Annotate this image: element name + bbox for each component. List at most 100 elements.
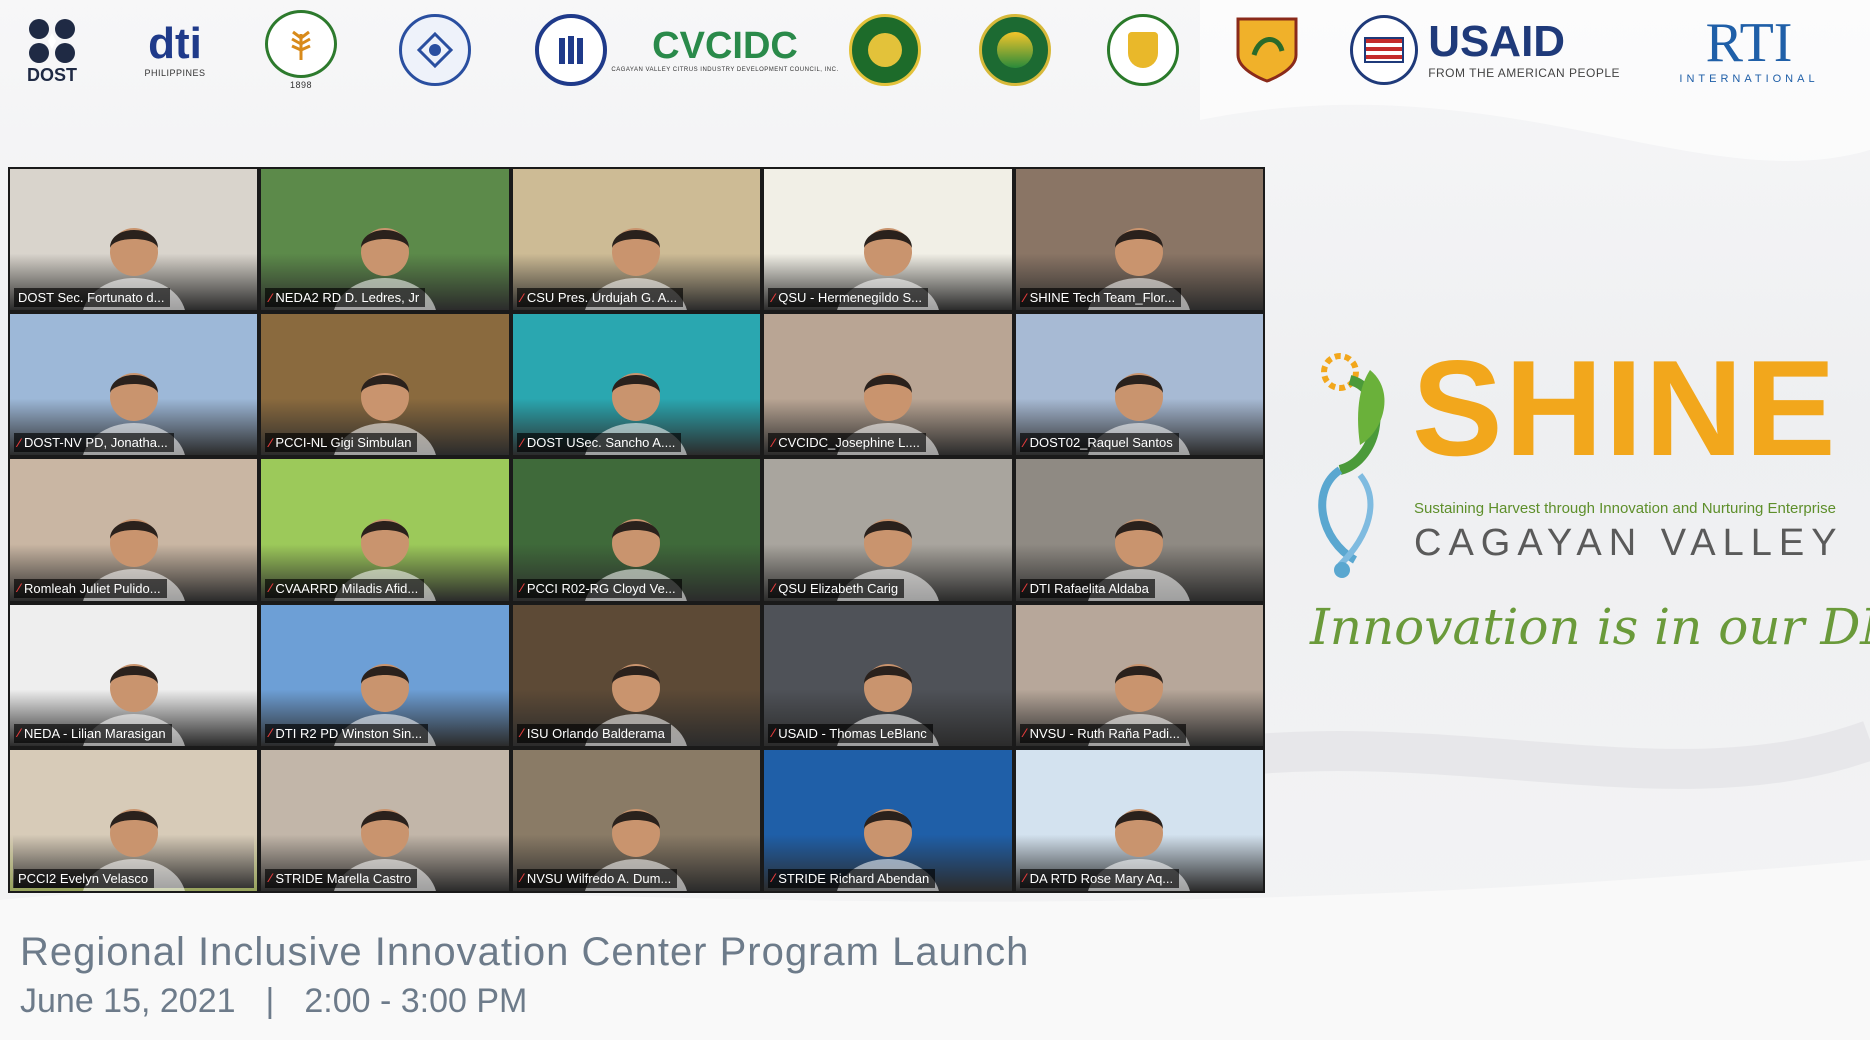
participant-tile[interactable]: ⁄ Romleah Juliet Pulido... bbox=[10, 459, 258, 601]
isabela-state-university-seal bbox=[976, 10, 1054, 90]
participant-tile[interactable]: ⁄ DA RTD Rose Mary Aq... bbox=[1015, 749, 1263, 891]
participant-name-label: ⁄ ISU Orlando Balderama bbox=[516, 723, 671, 743]
shine-wordmark: SHINE bbox=[1412, 332, 1838, 484]
participant-name: DA RTD Rose Mary Aq... bbox=[1029, 870, 1174, 886]
participant-name: PCCI-NL Gigi Simbulan bbox=[275, 435, 412, 451]
usaid-seal-icon bbox=[1350, 15, 1419, 85]
participant-tile[interactable]: ⁄ CVCIDC_Josephine L.... bbox=[764, 314, 1012, 456]
participant-name-label: ⁄ USAID - Thomas LeBlanc bbox=[768, 723, 933, 743]
event-separator: | bbox=[265, 982, 275, 1020]
participant-name-label: ⁄ QSU - Hermenegildo S... bbox=[768, 288, 928, 308]
participant-name-label: ⁄ CSU Pres. Urdujah G. A... bbox=[516, 288, 684, 308]
muted-mic-icon: ⁄ bbox=[772, 871, 775, 886]
dti-logo-text: dti bbox=[148, 19, 202, 68]
participant-name: Romleah Juliet Pulido... bbox=[24, 580, 161, 596]
event-title: Regional Inclusive Innovation Center Pro… bbox=[20, 930, 1030, 974]
participant-name: PCCI R02-RG Cloyd Ve... bbox=[526, 580, 676, 596]
participant-name-label: ⁄ DOST-NV PD, Jonatha... bbox=[14, 433, 174, 453]
participant-tile[interactable]: ⁄ NEDA - Lilian Marasigan bbox=[10, 604, 258, 746]
participant-name-label: ⁄ DA RTD Rose Mary Aq... bbox=[1019, 868, 1180, 888]
participant-name-label: ⁄ Romleah Juliet Pulido... bbox=[14, 578, 167, 598]
participant-name: NEDA2 RD D. Ledres, Jr bbox=[275, 290, 420, 306]
cvcidc-logo-caption: CAGAYAN VALLEY CITRUS INDUSTRY DEVELOPME… bbox=[611, 67, 839, 73]
participant-tile[interactable]: ⁄ CSU Pres. Urdujah G. A... bbox=[512, 169, 761, 311]
participant-name-label: ⁄ PCCI R02-RG Cloyd Ve... bbox=[516, 578, 682, 598]
participant-name: DOST Sec. Fortunato d... bbox=[18, 290, 165, 306]
event-date: June 15, 2021 bbox=[20, 982, 236, 1020]
participant-tile[interactable]: ⁄ QSU Elizabeth Carig bbox=[764, 459, 1012, 601]
usaid-logo-text: USAID bbox=[1428, 17, 1566, 66]
usaid-logo-caption: FROM THE AMERICAN PEOPLE bbox=[1428, 66, 1620, 80]
participant-name: PCCI2 Evelyn Velasco bbox=[18, 870, 149, 886]
dost-logo-text: DOST bbox=[26, 64, 77, 85]
muted-mic-icon: ⁄ bbox=[18, 581, 21, 596]
participant-name-label: ⁄ DTI Rafaelita Aldaba bbox=[1019, 578, 1155, 598]
participant-tile[interactable]: ⁄ DOST USec. Sancho A.... bbox=[512, 314, 761, 456]
participant-tile[interactable]: ⁄ QSU - Hermenegildo S... bbox=[764, 169, 1012, 311]
participant-name-label: DOST Sec. Fortunato d... bbox=[14, 288, 171, 308]
muted-mic-icon: ⁄ bbox=[520, 435, 523, 450]
participant-tile[interactable]: ⁄ ISU Orlando Balderama bbox=[512, 604, 761, 746]
participant-tile[interactable]: ⁄ SHINE Tech Team_Flor... bbox=[1015, 169, 1263, 311]
muted-mic-icon: ⁄ bbox=[269, 435, 272, 450]
muted-mic-icon: ⁄ bbox=[1023, 435, 1026, 450]
wheat-icon bbox=[265, 10, 337, 78]
participant-tile[interactable]: ⁄ CVAARRD Miladis Afid... bbox=[261, 459, 509, 601]
participant-tile[interactable]: ⁄ USAID - Thomas LeBlanc bbox=[764, 604, 1012, 746]
cvcidc-logo-text: CVCIDC bbox=[652, 25, 798, 67]
participant-name: CVAARRD Miladis Afid... bbox=[275, 580, 419, 596]
participant-name: CSU Pres. Urdujah G. A... bbox=[526, 290, 678, 306]
muted-mic-icon: ⁄ bbox=[1023, 871, 1026, 886]
participant-tile[interactable]: ⁄ STRIDE Marella Castro bbox=[261, 749, 509, 891]
muted-mic-icon: ⁄ bbox=[269, 871, 272, 886]
participant-name: CVCIDC_Josephine L.... bbox=[778, 435, 920, 451]
muted-mic-icon: ⁄ bbox=[772, 290, 775, 305]
participant-name: DOST02_Raquel Santos bbox=[1029, 435, 1173, 451]
participant-name-label: ⁄ DOST USec. Sancho A.... bbox=[516, 433, 682, 453]
participant-name: DTI Rafaelita Aldaba bbox=[1029, 580, 1149, 596]
agency-seal-1 bbox=[396, 10, 474, 90]
participant-tile[interactable]: PCCI2 Evelyn Velasco bbox=[10, 749, 258, 891]
department-of-agriculture-seal: 1898 bbox=[262, 10, 340, 90]
participant-tile[interactable]: ⁄ STRIDE Richard Abendan bbox=[764, 749, 1012, 891]
dna-leaf-icon bbox=[1318, 353, 1385, 578]
participant-tile[interactable]: ⁄ PCCI-NL Gigi Simbulan bbox=[261, 314, 509, 456]
muted-mic-icon: ⁄ bbox=[18, 726, 21, 741]
agency-shield-logo bbox=[1228, 10, 1306, 90]
participant-name-label: ⁄ SHINE Tech Team_Flor... bbox=[1019, 288, 1182, 308]
dti-logo-caption: PHILIPPINES bbox=[144, 68, 206, 78]
partner-logos-bar: DOST dti PHILIPPINES 1898 CVCIDC CAGAYAN… bbox=[0, 0, 1870, 110]
event-time: 2:00 - 3:00 PM bbox=[304, 982, 528, 1020]
muted-mic-icon: ⁄ bbox=[18, 435, 21, 450]
participant-name-label: PCCI2 Evelyn Velasco bbox=[14, 868, 155, 888]
participant-name-label: ⁄ STRIDE Richard Abendan bbox=[768, 868, 936, 888]
da-logo-caption: 1898 bbox=[289, 80, 313, 90]
muted-mic-icon: ⁄ bbox=[269, 581, 272, 596]
chamber-of-commerce-seal bbox=[532, 10, 610, 90]
participant-name: NVSU Wilfredo A. Dum... bbox=[526, 870, 672, 886]
participant-tile[interactable]: ⁄ NEDA2 RD D. Ledres, Jr bbox=[261, 169, 509, 311]
participant-tile[interactable]: ⁄ PCCI R02-RG Cloyd Ve... bbox=[512, 459, 761, 601]
participant-tile[interactable]: ⁄ DOST02_Raquel Santos bbox=[1015, 314, 1263, 456]
participant-tile[interactable]: ⁄ DTI R2 PD Winston Sin... bbox=[261, 604, 509, 746]
participant-tile[interactable]: ⁄ NVSU Wilfredo A. Dum... bbox=[512, 749, 761, 891]
muted-mic-icon: ⁄ bbox=[1023, 726, 1026, 741]
participant-tile[interactable]: ⁄ NVSU - Ruth Raña Padi... bbox=[1015, 604, 1263, 746]
muted-mic-icon: ⁄ bbox=[1023, 581, 1026, 596]
participant-name-label: ⁄ NVSU Wilfredo A. Dum... bbox=[516, 868, 678, 888]
participant-tile[interactable]: DOST Sec. Fortunato d... bbox=[10, 169, 258, 311]
event-datetime: June 15, 2021 | 2:00 - 3:00 PM bbox=[20, 982, 527, 1021]
participant-tile[interactable]: ⁄ DTI Rafaelita Aldaba bbox=[1015, 459, 1263, 601]
muted-mic-icon: ⁄ bbox=[269, 726, 272, 741]
participant-name-label: ⁄ NEDA - Lilian Marasigan bbox=[14, 723, 172, 743]
usaid-logo: USAID FROM THE AMERICAN PEOPLE bbox=[1350, 10, 1620, 90]
participant-tile[interactable]: ⁄ DOST-NV PD, Jonatha... bbox=[10, 314, 258, 456]
muted-mic-icon: ⁄ bbox=[520, 871, 523, 886]
muted-mic-icon: ⁄ bbox=[269, 290, 272, 305]
cvcidc-logo: CVCIDC CAGAYAN VALLEY CITRUS INDUSTRY DE… bbox=[611, 10, 838, 90]
participant-name-label: ⁄ DOST02_Raquel Santos bbox=[1019, 433, 1179, 453]
tagline: Innovation is in our DNA bbox=[1310, 598, 1870, 656]
rti-logo-caption: INTERNATIONAL bbox=[1679, 73, 1819, 85]
participant-name-label: ⁄ QSU Elizabeth Carig bbox=[768, 578, 905, 598]
participant-name: DOST USec. Sancho A.... bbox=[526, 435, 676, 451]
